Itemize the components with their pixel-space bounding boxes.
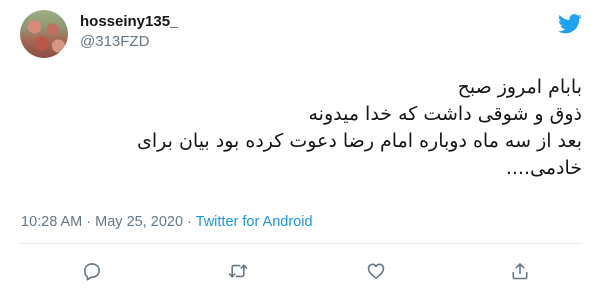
- avatar[interactable]: [20, 10, 68, 58]
- divider: [20, 243, 582, 244]
- reply-button[interactable]: [78, 257, 106, 285]
- share-button[interactable]: [506, 257, 534, 285]
- retweet-icon: [228, 264, 248, 278]
- tweet-text-line: بعد از سه ماه دوباره امام رضا دعوت کرده …: [137, 130, 582, 152]
- author-display-name[interactable]: hosseiny135_: [80, 13, 178, 30]
- meta-separator: ·: [82, 214, 96, 230]
- tweet-time[interactable]: 10:28 AM: [21, 214, 82, 230]
- tweet-actions: [0, 257, 602, 285]
- meta-separator: ·: [183, 214, 196, 230]
- tweet-card: hosseiny135_ @313FZD بابام امروز صبح ذوق…: [0, 0, 602, 294]
- tweet-text-line: خادمی....: [505, 157, 582, 179]
- retweet-button[interactable]: [224, 257, 252, 285]
- tweet-text: بابام امروز صبح ذوق و شوقی داشت که خدا م…: [22, 74, 582, 182]
- tweet-source-link[interactable]: Twitter for Android: [196, 214, 313, 230]
- tweet-text-line: ذوق و شوقی داشت که خدا میدونه: [308, 103, 582, 125]
- twitter-bird-icon[interactable]: [558, 14, 582, 34]
- like-button[interactable]: [362, 257, 390, 285]
- heart-icon: [367, 263, 385, 279]
- reply-icon: [84, 263, 100, 281]
- author-handle[interactable]: @313FZD: [80, 33, 149, 50]
- tweet-date[interactable]: May 25, 2020: [95, 214, 183, 230]
- tweet-metadata: 10:28 AM · May 25, 2020 · Twitter for An…: [21, 214, 313, 230]
- tweet-text-line: بابام امروز صبح: [457, 76, 582, 98]
- share-icon: [512, 263, 528, 280]
